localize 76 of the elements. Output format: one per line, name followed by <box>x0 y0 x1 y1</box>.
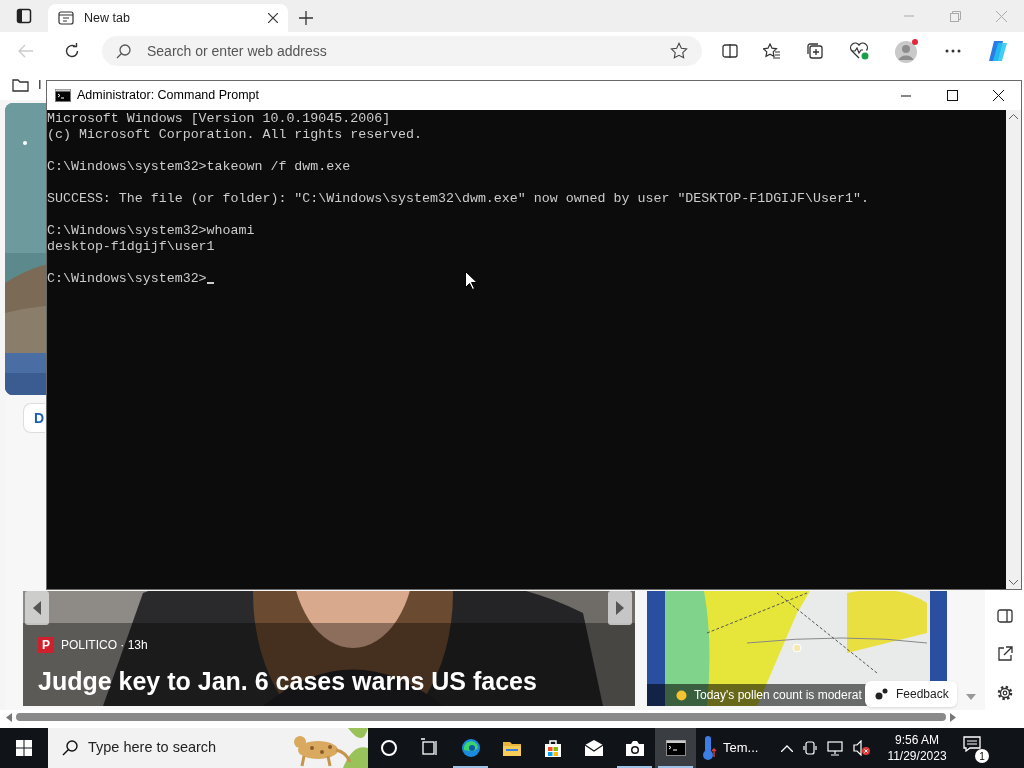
clock-date[interactable]: 11/29/2023 <box>887 748 947 764</box>
external-link-icon[interactable] <box>996 646 1013 662</box>
scroll-right-icon[interactable] <box>950 712 956 722</box>
clock-time[interactable]: 9:56 AM <box>895 732 939 748</box>
split-screen-icon[interactable] <box>722 43 738 59</box>
address-placeholder: Search or enter web address <box>147 41 328 61</box>
console-line: C:\Windows\system32>takeown /f dwm.exe <box>47 159 351 175</box>
folder-icon[interactable] <box>12 77 30 93</box>
window-title: Administrator: Command Prompt <box>77 87 260 105</box>
console-line: C:\Windows\system32> <box>47 271 207 287</box>
sun-icon <box>675 688 688 702</box>
more-icon[interactable] <box>945 49 961 53</box>
right-arrow-icon <box>616 601 624 615</box>
weather-caption: Today's pollen count is moderat <box>694 687 862 704</box>
console-line: desktop-f1dgijf\user1 <box>47 239 215 255</box>
notification-icon[interactable] <box>963 736 981 752</box>
settings-icon[interactable] <box>995 684 1014 702</box>
collections-icon[interactable] <box>806 42 824 60</box>
terminal-icon <box>665 738 686 758</box>
search-icon <box>62 740 78 756</box>
maximize-icon[interactable] <box>946 90 958 101</box>
console-line: C:\Windows\system32>whoami <box>47 223 255 239</box>
sidebar-toggle-icon[interactable] <box>16 8 32 24</box>
favorites-item[interactable]: I <box>38 75 42 95</box>
network-icon[interactable] <box>827 740 843 756</box>
taskbar-app-button[interactable] <box>655 728 696 768</box>
left-arrow-icon <box>33 601 41 615</box>
star-icon[interactable] <box>670 42 688 60</box>
feedback-button[interactable]: Feedback <box>865 681 957 707</box>
scroll-down-icon[interactable] <box>1009 580 1018 585</box>
store-bag-icon <box>542 738 563 758</box>
search-icon <box>116 43 131 59</box>
terminal-icon <box>55 89 71 102</box>
console-line: Microsoft Windows [Version 10.0.19045.2006] <box>47 111 391 127</box>
sidebar-panel-icon[interactable] <box>996 608 1013 624</box>
previous-button[interactable] <box>25 591 49 625</box>
favorites-icon[interactable] <box>763 42 781 60</box>
notification-badge: 1 <box>975 749 989 763</box>
copilot-icon[interactable] <box>986 39 1010 63</box>
camera-icon <box>624 738 645 758</box>
next-button[interactable] <box>608 591 632 625</box>
new-tab-icon[interactable] <box>299 11 313 25</box>
edge-browser-icon <box>460 738 481 758</box>
taskbar-search-field[interactable]: Type here to search <box>48 728 368 768</box>
circle-icon <box>378 738 399 758</box>
volume-muted-icon[interactable] <box>853 740 871 756</box>
chevron-up-icon[interactable] <box>781 744 793 752</box>
weather-label[interactable]: Tem... <box>723 738 759 758</box>
news-headline[interactable]: Judge key to Jan. 6 cases warns US faces <box>38 663 537 701</box>
console-line: (c) Microsoft Corporation. All rights reserved. <box>47 127 423 143</box>
address-field[interactable]: Search or enter web address <box>102 36 702 66</box>
thermometer-icon[interactable] <box>701 735 717 761</box>
new-tab-page-icon <box>58 10 74 26</box>
envelope-icon <box>583 738 604 758</box>
scroll-up-icon[interactable] <box>1009 114 1018 119</box>
close-tab-icon[interactable] <box>268 13 278 23</box>
news-card[interactable]: P POLITICO · 13h Judge key to Jan. 6 cases warns US faces <box>23 591 635 706</box>
source-logo: P <box>38 637 54 653</box>
minimize-icon[interactable] <box>901 94 911 97</box>
scroll-left-icon[interactable] <box>6 712 12 722</box>
chip-button[interactable]: D <box>23 403 45 433</box>
heartbeat-icon[interactable] <box>849 42 869 60</box>
task-view-icon <box>419 738 440 758</box>
close-icon[interactable] <box>992 90 1004 101</box>
console-line: SUCCESS: The file (or folder): "C:\Windows\system32\dwm.exe" now owned by user "DESKTOP-F1DGIJF\User1". <box>47 191 869 207</box>
device-icon[interactable] <box>803 740 817 756</box>
mouse-pointer-icon <box>465 271 477 290</box>
scroll-down-icon[interactable] <box>966 694 976 700</box>
refresh-icon[interactable] <box>64 43 80 59</box>
news-source: POLITICO · 13h <box>61 637 148 654</box>
tab-title: New tab <box>84 9 131 27</box>
browser-tab[interactable]: New tab <box>48 4 288 32</box>
feedback-icon <box>875 688 889 700</box>
windows-start-icon[interactable] <box>16 740 32 756</box>
horizontal-scrollbar[interactable] <box>16 713 946 721</box>
profile-icon[interactable] <box>894 38 920 64</box>
